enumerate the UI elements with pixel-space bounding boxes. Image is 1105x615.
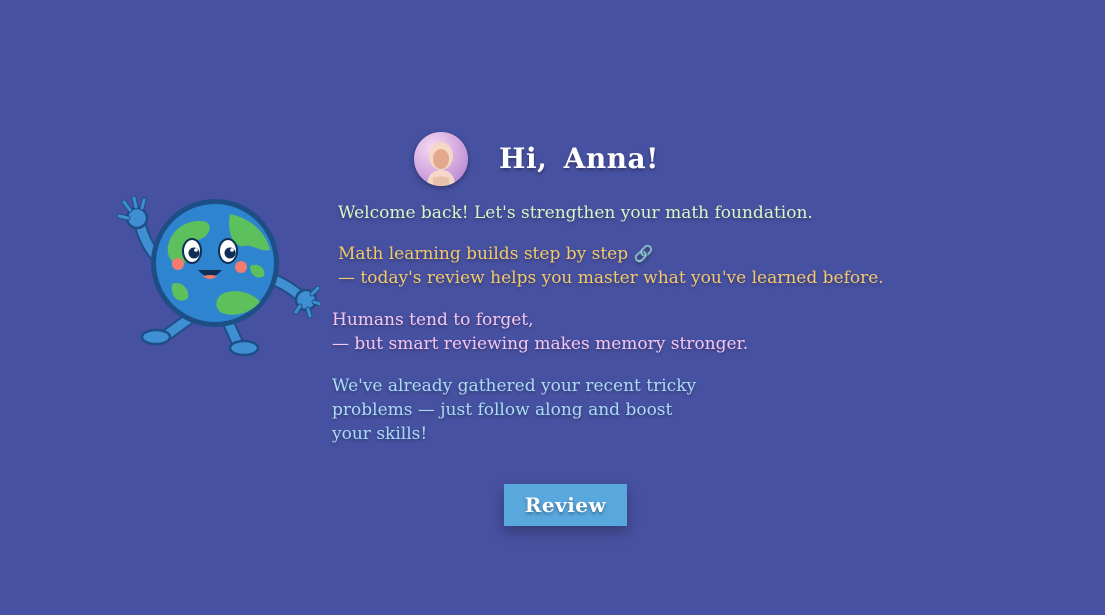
steps-message-text: Math learning builds step by step: [338, 244, 629, 264]
steps-message: Math learning builds step by step 🔗 — to…: [338, 242, 884, 290]
tricky-message-line-3: your skills!: [332, 424, 428, 444]
tricky-message-line-2: problems — just follow along and boost: [332, 400, 673, 420]
forget-message: Humans tend to forget, — but smart revie…: [332, 308, 748, 356]
forget-message-line-2: — but smart reviewing makes memory stron…: [332, 334, 749, 354]
welcome-message: Welcome back! Let's strengthen your math…: [338, 203, 813, 223]
tricky-message-line-1: We've already gathered your recent trick…: [332, 376, 697, 396]
review-button[interactable]: Review: [504, 484, 627, 526]
user-avatar: [414, 132, 468, 186]
greeting-heading: Hi, Anna!: [499, 142, 659, 175]
forget-message-line-1: Humans tend to forget,: [332, 310, 534, 330]
steps-message-line-1: Math learning builds step by step 🔗: [338, 242, 884, 266]
tricky-problems-message: We've already gathered your recent trick…: [332, 374, 696, 446]
steps-message-line-2: — today's review helps you master what y…: [338, 268, 884, 288]
link-icon: 🔗: [633, 244, 654, 263]
earth-mascot-illustration: [110, 195, 323, 361]
